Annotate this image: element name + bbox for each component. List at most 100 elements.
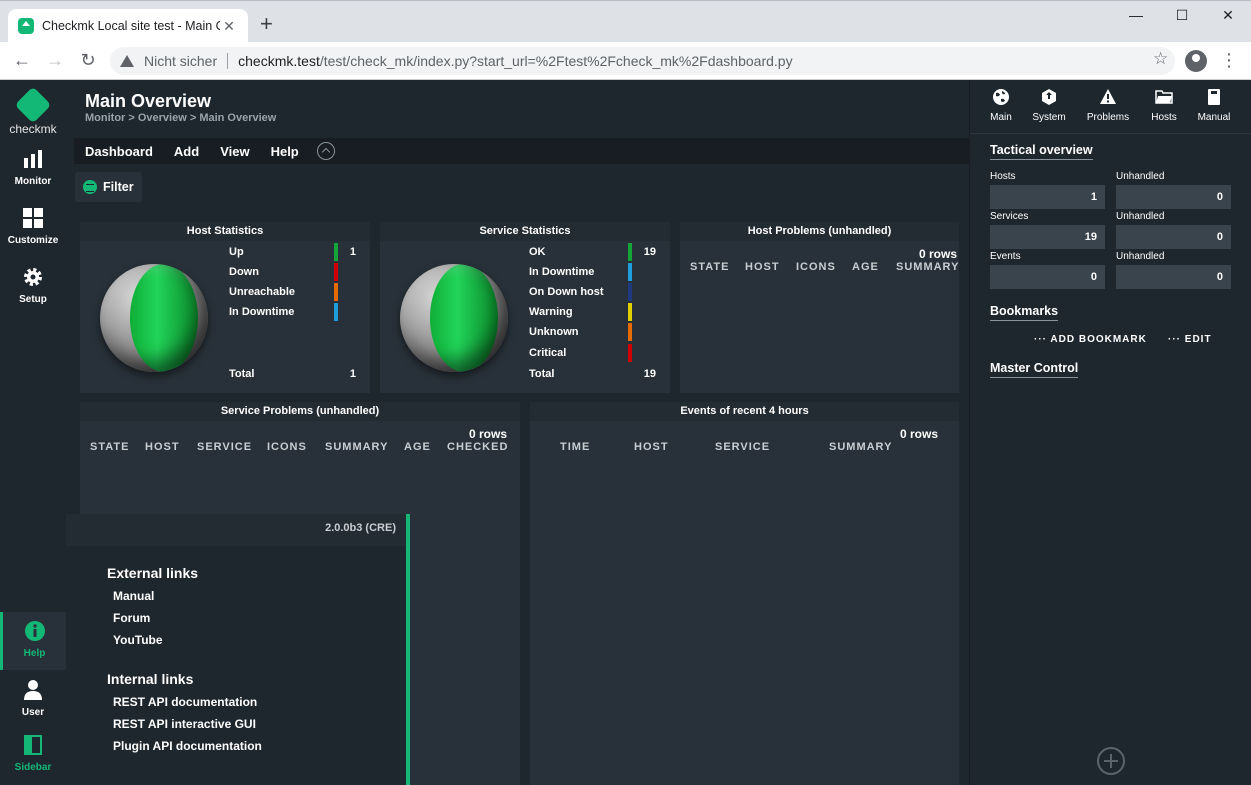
column-header-state[interactable]: STATE bbox=[90, 441, 129, 453]
nav-label: Sidebar bbox=[14, 762, 52, 773]
collapse-menu-icon[interactable] bbox=[316, 142, 335, 160]
nav-user[interactable]: User bbox=[0, 671, 66, 729]
bookmark-star-icon[interactable]: ☆ bbox=[1153, 49, 1175, 69]
back-button[interactable]: ← bbox=[10, 50, 34, 70]
column-header-checked[interactable]: CHECKED bbox=[447, 441, 508, 453]
tactical-hosts-value[interactable]: 1 bbox=[990, 185, 1105, 209]
filter-button[interactable]: Filter bbox=[75, 172, 142, 202]
column-header-age[interactable]: AGE bbox=[404, 441, 431, 453]
column-header-age[interactable]: AGE bbox=[852, 261, 879, 273]
nav-monitor[interactable]: Monitor bbox=[0, 140, 66, 198]
column-header-service[interactable]: SERVICE bbox=[197, 441, 252, 453]
tactical-hosts-label: Hosts bbox=[990, 171, 1016, 182]
column-header-summary[interactable]: SUMMARY bbox=[829, 441, 892, 453]
link-manual[interactable]: Manual bbox=[113, 589, 154, 603]
bookmarks-title[interactable]: Bookmarks bbox=[990, 304, 1059, 321]
column-header-host[interactable]: HOST bbox=[745, 261, 780, 273]
stat-value-up[interactable]: 1 bbox=[326, 246, 356, 258]
tab-title: Checkmk Local site test - Main O bbox=[42, 19, 220, 33]
dashlet-title: Host Problems (unhandled) bbox=[680, 222, 959, 241]
column-header-summary[interactable]: SUMMARY bbox=[896, 261, 959, 273]
sidebar-tab-label: Hosts bbox=[1151, 112, 1177, 123]
link-forum[interactable]: Forum bbox=[113, 611, 150, 625]
stat-label-up[interactable]: Up bbox=[229, 246, 244, 258]
column-header-summary[interactable]: SUMMARY bbox=[325, 441, 388, 453]
link-rest-api-docs[interactable]: REST API documentation bbox=[113, 695, 257, 709]
host-stats-globe[interactable] bbox=[100, 264, 208, 372]
row-count: 0 rows bbox=[899, 427, 938, 441]
add-snapin-icon[interactable] bbox=[1097, 747, 1125, 775]
profile-icon[interactable] bbox=[1185, 50, 1207, 72]
page-menu-bar: Dashboard Add View Help bbox=[74, 138, 969, 164]
menu-dashboard[interactable]: Dashboard bbox=[85, 144, 163, 159]
menu-add[interactable]: Add bbox=[174, 144, 209, 159]
column-header-time[interactable]: TIME bbox=[560, 441, 590, 453]
add-bookmark-link[interactable]: ··· ADD BOOKMARK bbox=[1034, 334, 1147, 345]
filter-icon bbox=[83, 180, 97, 194]
url-path: /test/check_mk/index.py?start_url=%2Ftes… bbox=[319, 53, 793, 69]
master-control-title[interactable]: Master Control bbox=[990, 361, 1079, 378]
status-bar-warning bbox=[628, 303, 632, 321]
stat-label-down[interactable]: Down bbox=[229, 266, 259, 278]
sidebar-tab-problems[interactable]: Problems bbox=[1080, 88, 1136, 123]
sidebar-tab-manual[interactable]: Manual bbox=[1186, 88, 1242, 123]
tactical-overview-title[interactable]: Tactical overview bbox=[990, 143, 1093, 160]
link-youtube[interactable]: YouTube bbox=[113, 633, 163, 647]
nav-help[interactable]: Help bbox=[0, 612, 66, 670]
link-rest-api-gui[interactable]: REST API interactive GUI bbox=[113, 717, 256, 731]
dashlet-title: Service Statistics bbox=[380, 222, 670, 241]
nav-sidebar[interactable]: Sidebar bbox=[0, 726, 66, 784]
tactical-services-value[interactable]: 19 bbox=[990, 225, 1105, 249]
stat-label-ok[interactable]: OK bbox=[529, 246, 546, 258]
stat-value-ok[interactable]: 19 bbox=[626, 246, 656, 258]
column-header-host[interactable]: HOST bbox=[634, 441, 669, 453]
tactical-services-unhandled-value[interactable]: 0 bbox=[1116, 225, 1231, 249]
tactical-events-value[interactable]: 0 bbox=[990, 265, 1105, 289]
window-close-button[interactable]: ✕ bbox=[1205, 7, 1251, 24]
column-header-host[interactable]: HOST bbox=[145, 441, 180, 453]
column-header-icons[interactable]: ICONS bbox=[796, 261, 836, 273]
tactical-events-unhandled-value[interactable]: 0 bbox=[1116, 265, 1231, 289]
sidebar-tab-label: Problems bbox=[1086, 112, 1130, 123]
stat-label-warning[interactable]: Warning bbox=[529, 306, 573, 318]
breadcrumb[interactable]: Monitor > Overview > Main Overview bbox=[85, 112, 276, 124]
row-count: 0 rows bbox=[918, 247, 957, 261]
menu-view[interactable]: View bbox=[220, 144, 259, 159]
link-plugin-api-docs[interactable]: Plugin API documentation bbox=[113, 739, 262, 753]
url-field[interactable]: Nicht sicher checkmk.test /test/check_mk… bbox=[110, 47, 1175, 75]
browser-menu-icon[interactable]: ⋮ bbox=[1220, 50, 1238, 71]
maximize-button[interactable]: ☐ bbox=[1159, 7, 1205, 24]
cube-icon bbox=[1042, 89, 1056, 105]
dashlet-title: Host Statistics bbox=[80, 222, 370, 241]
stat-label-unreachable[interactable]: Unreachable bbox=[229, 286, 295, 298]
checkmk-favicon-icon bbox=[18, 18, 34, 34]
checkmk-logo[interactable]: checkmk bbox=[0, 86, 66, 136]
nav-setup[interactable]: Setup bbox=[0, 258, 66, 316]
sidebar-tab-label: Manual bbox=[1197, 112, 1231, 123]
service-stats-globe[interactable] bbox=[400, 264, 508, 372]
minimize-button[interactable]: — bbox=[1113, 7, 1159, 23]
nav-customize[interactable]: Customize bbox=[0, 199, 66, 257]
edit-bookmarks-link[interactable]: ··· EDIT bbox=[1168, 334, 1212, 345]
stat-label-downtime[interactable]: In Downtime bbox=[529, 266, 594, 278]
sidebar-tab-hosts[interactable]: Hosts bbox=[1136, 88, 1192, 123]
reload-button[interactable]: ↻ bbox=[76, 50, 100, 70]
filter-label: Filter bbox=[103, 180, 134, 194]
column-header-icons[interactable]: ICONS bbox=[267, 441, 307, 453]
tab-close-icon[interactable]: ✕ bbox=[220, 18, 238, 35]
tactical-hosts-unhandled-label: Unhandled bbox=[1116, 171, 1165, 182]
sidebar: Main System Problems Hosts Manual Tactic… bbox=[969, 80, 1251, 785]
tactical-hosts-unhandled-value[interactable]: 0 bbox=[1116, 185, 1231, 209]
stat-label-unknown[interactable]: Unknown bbox=[529, 326, 579, 338]
column-header-state[interactable]: STATE bbox=[690, 261, 729, 273]
menu-help[interactable]: Help bbox=[271, 144, 309, 159]
column-header-service[interactable]: SERVICE bbox=[715, 441, 770, 453]
browser-tab[interactable]: Checkmk Local site test - Main O ✕ bbox=[8, 9, 248, 43]
stat-label-critical[interactable]: Critical bbox=[529, 347, 566, 359]
stat-label-downtime[interactable]: In Downtime bbox=[229, 306, 294, 318]
stat-label-on-down-host[interactable]: On Down host bbox=[529, 286, 604, 298]
status-bar-on-down-host bbox=[628, 283, 632, 301]
new-tab-button[interactable]: + bbox=[260, 13, 273, 35]
sidebar-tab-system[interactable]: System bbox=[1021, 88, 1077, 123]
forward-button[interactable]: → bbox=[43, 50, 67, 70]
